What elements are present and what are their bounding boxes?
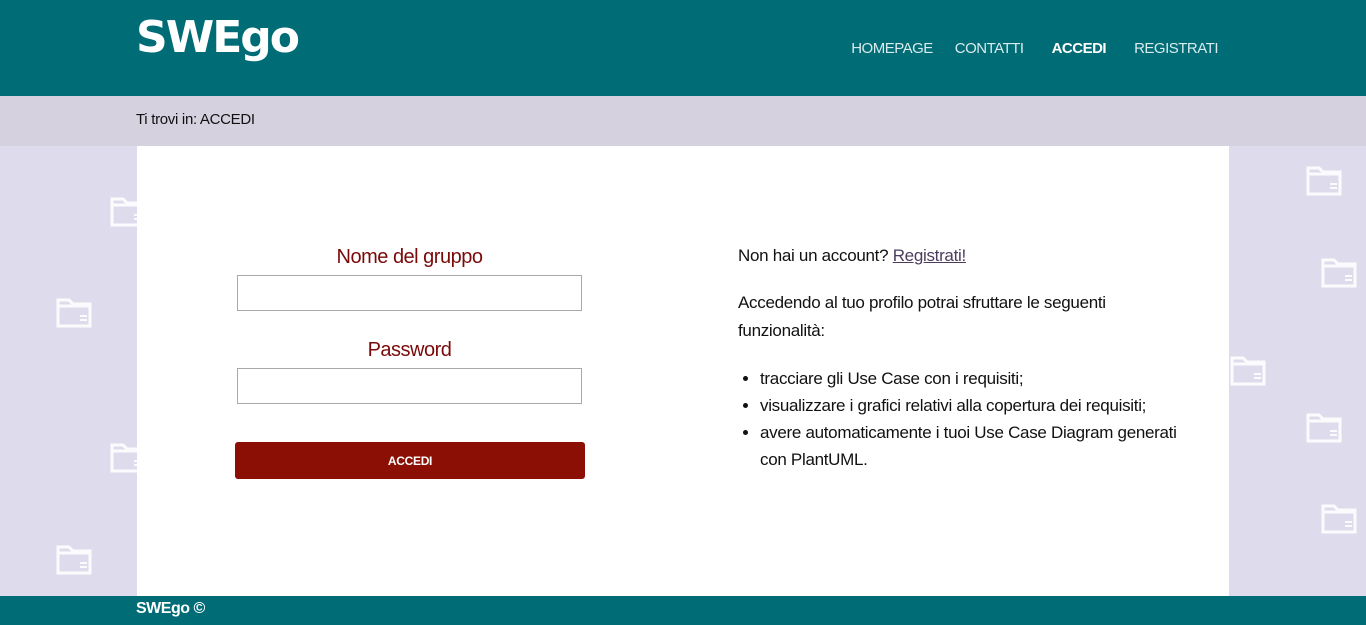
- main-nav: HOMEPAGE CONTATTI ACCEDI REGISTRATI: [829, 40, 1218, 57]
- site-logo[interactable]: SWEgo: [136, 10, 300, 66]
- nav-contatti[interactable]: CONTATTI: [955, 40, 1024, 57]
- password-label: Password: [367, 339, 452, 361]
- site-header: SWEgo HOMEPAGE CONTATTI ACCEDI REGISTRAT…: [0, 0, 1366, 96]
- site-footer: SWEgo ©: [0, 596, 1366, 625]
- group-name-label: Nome del gruppo: [336, 246, 483, 268]
- folder-icon: [1321, 504, 1357, 534]
- footer-copyright: SWEgo ©: [136, 600, 205, 617]
- features-list: tracciare gli Use Case con i requisiti; …: [738, 365, 1178, 473]
- nav-registrati[interactable]: REGISTRATI: [1134, 40, 1218, 57]
- list-item: tracciare gli Use Case con i requisiti;: [760, 365, 1178, 392]
- breadcrumb: Ti trovi in: ACCEDI: [136, 111, 255, 128]
- list-item: visualizzare i grafici relativi alla cop…: [760, 392, 1178, 419]
- folder-icon: [1230, 356, 1266, 386]
- list-item: avere automaticamente i tuoi Use Case Di…: [760, 419, 1178, 473]
- folder-icon: [1321, 258, 1357, 288]
- folder-icon: [1306, 413, 1342, 443]
- folder-icon: [1306, 166, 1342, 196]
- register-link[interactable]: Registrati!: [893, 246, 967, 265]
- no-account-line: Non hai un account? Registrati!: [738, 242, 1178, 270]
- folder-icon: [56, 545, 92, 575]
- login-button[interactable]: ACCEDI: [235, 442, 585, 479]
- features-intro: Accedendo al tuo profilo potrai sfruttar…: [738, 293, 1106, 340]
- group-name-input[interactable]: [237, 275, 582, 311]
- breadcrumb-bar: Ti trovi in: ACCEDI: [0, 96, 1366, 146]
- info-section: Non hai un account? Registrati! Accedend…: [738, 242, 1178, 473]
- folder-icon: [56, 298, 92, 328]
- password-input[interactable]: [237, 368, 582, 404]
- login-form: Nome del gruppo Password ACCEDI: [235, 246, 585, 479]
- no-account-text: Non hai un account?: [738, 246, 889, 265]
- main-panel: Nome del gruppo Password ACCEDI Non hai …: [137, 146, 1229, 596]
- nav-homepage[interactable]: HOMEPAGE: [851, 40, 933, 57]
- nav-accedi[interactable]: ACCEDI: [1052, 40, 1107, 57]
